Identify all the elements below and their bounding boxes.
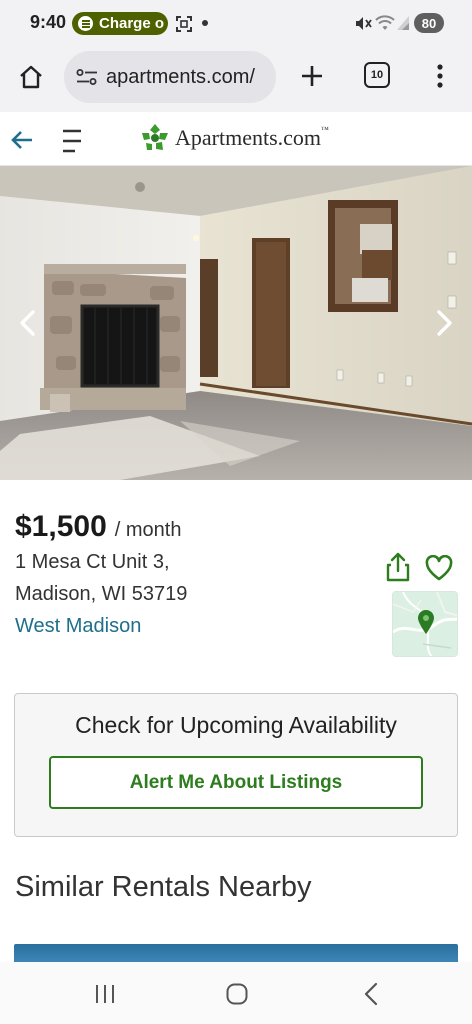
address-line-1: 1 Mesa Ct Unit 3, [15, 551, 170, 573]
spotify-icon [78, 16, 93, 31]
signal-icon [397, 16, 409, 30]
map-image [393, 592, 457, 656]
tabs-icon[interactable]: 10 [364, 62, 390, 88]
screenshot-icon [176, 16, 192, 32]
more-menu-button[interactable] [430, 62, 450, 90]
map-thumbnail[interactable] [392, 591, 458, 657]
site-header: Apartments.com™ [0, 114, 472, 166]
neighborhood-link[interactable]: West Madison [15, 615, 141, 638]
home-nav-button[interactable] [222, 980, 252, 1008]
site-logo[interactable]: Apartments.com™ [140, 123, 329, 153]
address-line-2: Madison, WI 53719 [15, 583, 188, 605]
availability-card: Check for Upcoming Availability Alert Me… [14, 693, 458, 837]
dot-icon [202, 20, 208, 26]
menu-button[interactable] [58, 126, 86, 156]
photo-next-button[interactable] [428, 306, 462, 340]
back-nav-button[interactable] [356, 980, 386, 1008]
battery-indicator: 80 [414, 13, 444, 33]
availability-title: Check for Upcoming Availability [75, 712, 397, 738]
back-arrow-icon [11, 131, 32, 149]
media-pill[interactable]: Charge o [72, 12, 168, 35]
new-tab-button[interactable] [298, 62, 326, 90]
chevron-left-icon [20, 310, 35, 336]
browser-toolbar: apartments.com/ 10 [0, 46, 472, 112]
mute-icon [356, 17, 372, 30]
share-icon[interactable] [385, 551, 411, 583]
back-link[interactable] [8, 126, 36, 154]
price: $1,500 [15, 510, 107, 543]
url-text: apartments.com/ [106, 65, 255, 88]
back-button-icon [364, 982, 378, 1006]
listing-photo[interactable] [0, 166, 472, 480]
more-icon [437, 64, 443, 88]
recent-apps-button[interactable] [90, 980, 120, 1008]
recent-apps-icon [96, 985, 114, 1003]
menu-icon [63, 129, 81, 153]
home-button[interactable] [16, 62, 46, 92]
status-time: 9:40 [30, 12, 67, 32]
price-period: / month [114, 519, 182, 541]
site-settings-icon [76, 69, 97, 85]
similar-rental-card-preview[interactable] [14, 944, 458, 962]
apartment-interior-image [0, 166, 472, 480]
wifi-icon [375, 15, 395, 30]
new-tab-icon [302, 66, 322, 86]
media-pill-label: Charge o [99, 15, 165, 32]
logo-text: Apartments.com™ [175, 125, 329, 150]
chevron-right-icon [437, 310, 452, 336]
status-bar: 9:40 Charge o 80 [0, 0, 472, 46]
url-bar[interactable]: apartments.com/ [64, 51, 276, 103]
similar-rentals-heading: Similar Rentals Nearby [15, 871, 312, 903]
home-icon [20, 65, 42, 89]
home-button-icon [226, 983, 248, 1005]
price-row: $1,500 / month [15, 510, 181, 544]
system-nav-bar [0, 962, 472, 1024]
apartments-logo-icon [142, 124, 168, 150]
alert-me-button[interactable]: Alert Me About Listings [49, 756, 423, 809]
photo-prev-button[interactable] [10, 306, 44, 340]
heart-icon[interactable] [425, 555, 453, 581]
